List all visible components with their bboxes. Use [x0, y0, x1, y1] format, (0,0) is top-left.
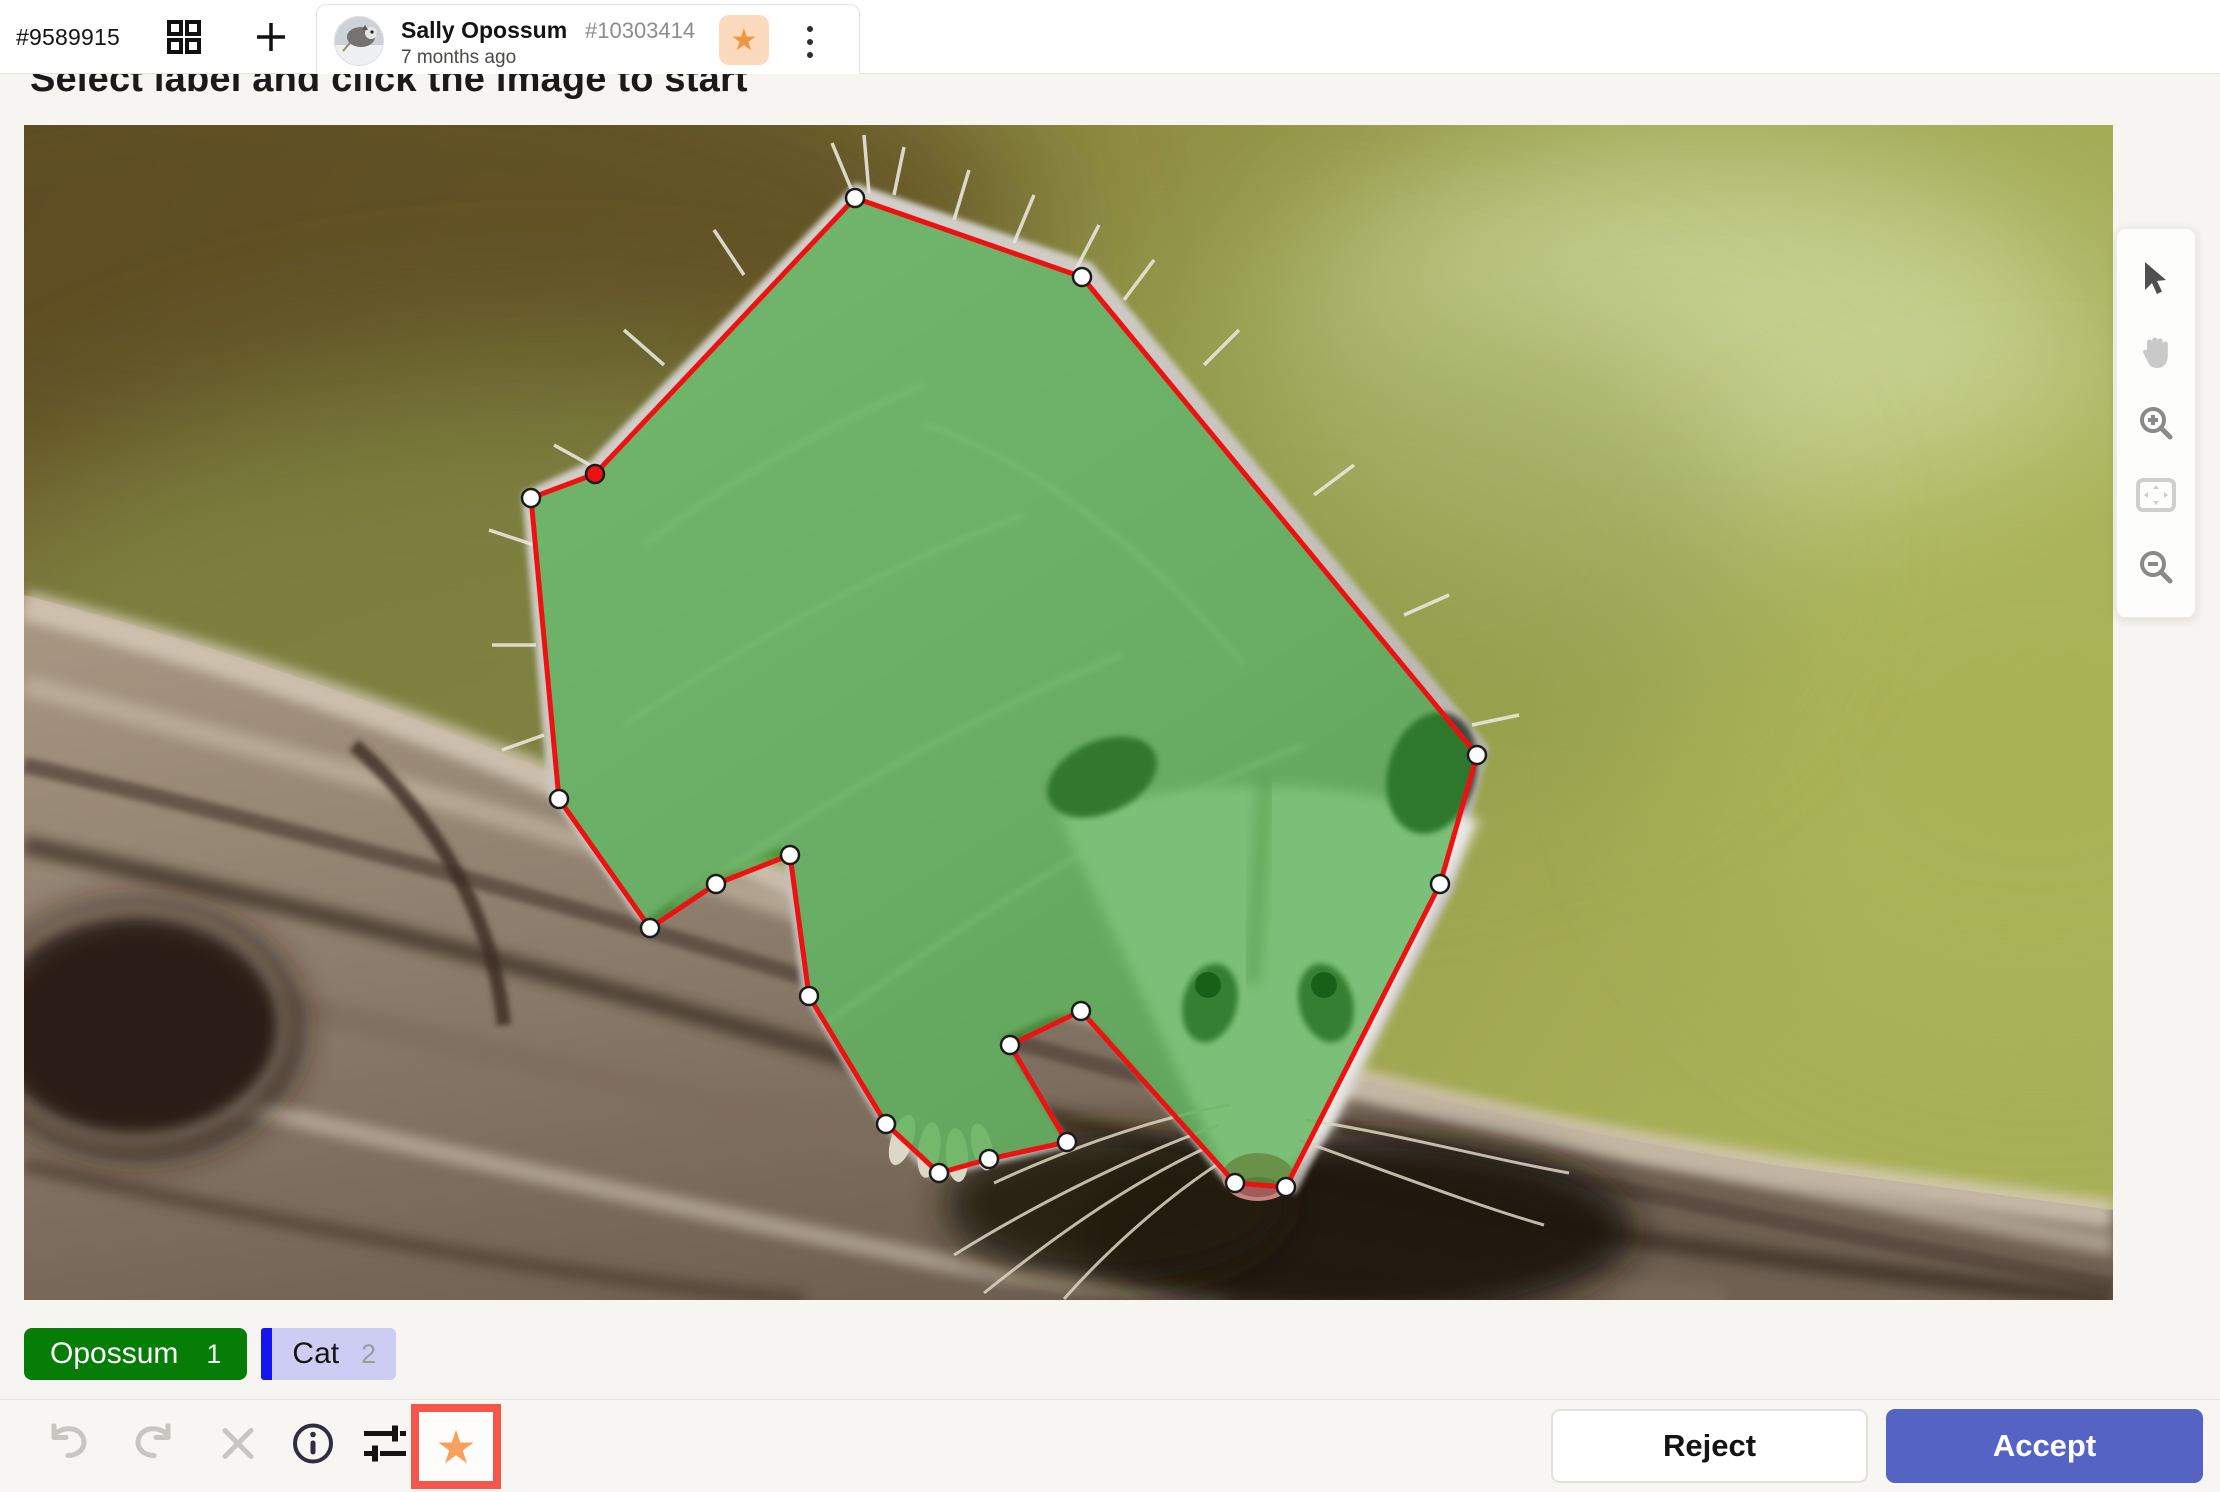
redo-icon[interactable] [132, 1424, 176, 1469]
polygon-vertex[interactable] [1058, 1133, 1076, 1151]
grid-view-icon[interactable] [166, 19, 202, 60]
task-id: #9589915 [16, 24, 120, 51]
annotation-canvas[interactable] [24, 125, 2113, 1300]
polygon-vertex[interactable] [1468, 746, 1486, 764]
label-name: Cat [292, 1337, 339, 1371]
label-color-bar [261, 1328, 272, 1380]
star-icon[interactable]: ★ [719, 15, 769, 65]
polygon-vertex[interactable] [980, 1150, 998, 1168]
polygon-vertex[interactable] [522, 489, 540, 507]
polygon-vertex[interactable] [877, 1115, 895, 1133]
polygon-vertex[interactable] [550, 790, 568, 808]
annotation-time: 7 months ago [401, 47, 516, 69]
delete-region-icon[interactable] [221, 1427, 255, 1466]
polygon-vertex[interactable] [641, 919, 659, 937]
annotation-id: #10303414 [585, 18, 695, 44]
annotation-tab[interactable]: Sally Opossum #10303414 7 months ago ★ [316, 4, 860, 74]
info-icon[interactable] [291, 1422, 335, 1471]
kebab-menu-icon[interactable] [795, 20, 825, 64]
label-hotkey: 1 [206, 1339, 221, 1370]
ground-truth-star-button[interactable]: ★ [411, 1404, 501, 1489]
canvas-tools-panel [2116, 228, 2196, 618]
pan-hand-tool-icon[interactable] [2132, 327, 2180, 375]
polygon-vertex[interactable] [800, 987, 818, 1005]
polygon-vertex[interactable] [930, 1164, 948, 1182]
settings-sliders-icon[interactable] [362, 1422, 408, 1471]
accept-button[interactable]: Accept [1886, 1409, 2203, 1483]
label-chip-cat[interactable]: Cat 2 [261, 1328, 396, 1380]
polygon-vertex[interactable] [586, 465, 604, 483]
zoom-in-tool-icon[interactable] [2132, 399, 2180, 447]
annotator-name: Sally Opossum [401, 17, 567, 44]
fit-screen-tool-icon[interactable] [2132, 471, 2180, 519]
polygon-vertex[interactable] [846, 189, 864, 207]
polygon-vertex[interactable] [1001, 1036, 1019, 1054]
cursor-tool-icon[interactable] [2132, 255, 2180, 303]
reject-button[interactable]: Reject [1551, 1409, 1868, 1483]
top-bar: #9589915 Sally Opossum #10303414 [0, 0, 2220, 74]
annotator-avatar [334, 16, 384, 66]
polygon-vertex[interactable] [1073, 268, 1091, 286]
polygon-vertex[interactable] [707, 875, 725, 893]
polygon-vertex[interactable] [1226, 1174, 1244, 1192]
polygon-vertex[interactable] [781, 846, 799, 864]
label-chip-opossum[interactable]: Opossum 1 [24, 1328, 247, 1380]
star-icon: ★ [435, 1424, 476, 1470]
polygon-vertex[interactable] [1277, 1178, 1295, 1196]
action-bar: ★ Reject Accept [0, 1399, 2220, 1492]
add-annotation-icon[interactable] [254, 20, 288, 59]
zoom-out-tool-icon[interactable] [2132, 543, 2180, 591]
polygon-vertex[interactable] [1072, 1002, 1090, 1020]
polygon-vertex[interactable] [1431, 875, 1449, 893]
undo-icon[interactable] [46, 1424, 90, 1469]
label-selector: Opossum 1 Cat 2 [24, 1328, 396, 1380]
label-name: Opossum [50, 1337, 178, 1371]
label-hotkey: 2 [361, 1339, 376, 1370]
